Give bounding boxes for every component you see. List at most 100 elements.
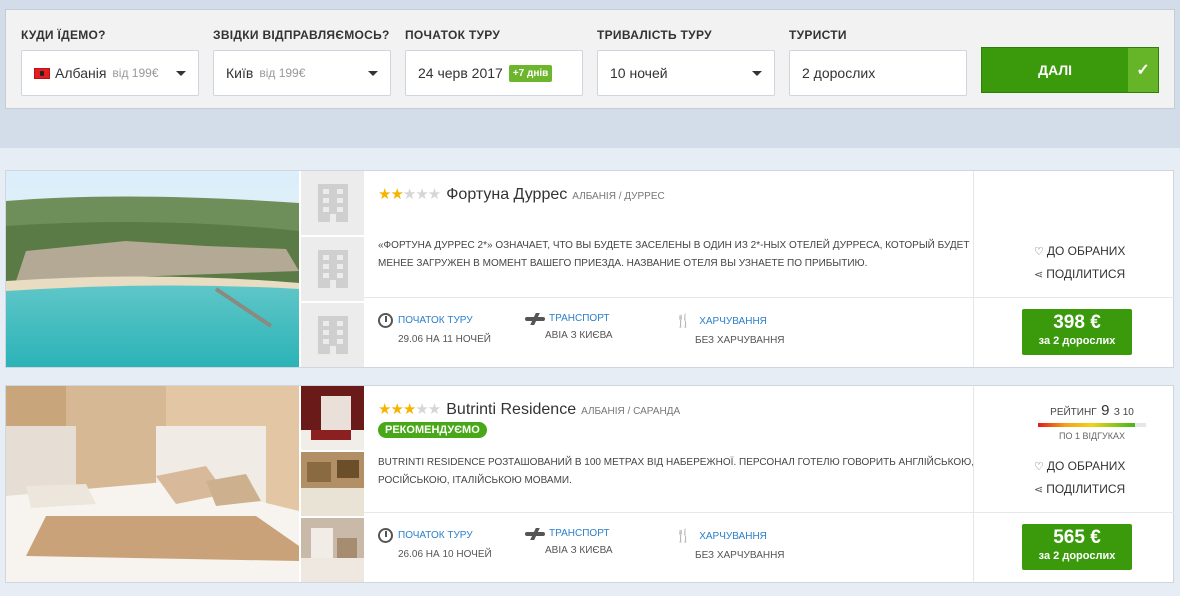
destination-label: КУДИ ЇДЕМО?	[21, 28, 106, 42]
stars-filled: ★★★	[378, 401, 416, 418]
hotel-header: ★★★★★ Фортуна Дуррес АЛБАНІЯ / ДУРРЕС	[378, 185, 665, 204]
hotel-photo[interactable]	[6, 386, 299, 582]
tour-start-detail: ПОЧАТОК ТУРУ 29.06 НА 11 НОЧЕЙ	[378, 313, 491, 345]
share-link[interactable]: ⋖ ПОДІЛИТИСЯ	[1034, 482, 1125, 496]
tour-start-detail: ПОЧАТОК ТУРУ 26.06 НА 10 НОЧЕЙ	[378, 528, 492, 560]
price-button[interactable]: 565 € за 2 дорослих	[1022, 524, 1132, 570]
origin-select[interactable]: Київ від 199€	[213, 50, 391, 96]
hotel-card: ★★★★★ Фортуна Дуррес АЛБАНІЯ / ДУРРЕС «Ф…	[5, 170, 1174, 368]
thumbnail-placeholder[interactable]	[301, 237, 364, 301]
meals-label[interactable]: ХАРЧУВАННЯ	[699, 316, 767, 327]
thumbnail-photo[interactable]	[301, 518, 364, 582]
chevron-down-icon	[752, 71, 762, 76]
meals-detail: 🍴 ХАРЧУВАННЯ БЕЗ ХАРЧУВАННЯ	[675, 528, 785, 561]
plane-icon	[525, 316, 545, 321]
star-rating: ★★★★★	[378, 400, 441, 418]
building-icon	[317, 184, 348, 222]
rating-bar-remainder	[1135, 423, 1146, 427]
hotel-card: ★★★★★ Butrinti Residence АЛБАНІЯ / САРАН…	[5, 385, 1174, 583]
next-button[interactable]: ДАЛІ ✓	[981, 47, 1159, 93]
duration-value: 10 ночей	[610, 65, 668, 81]
price-for: за 2 дорослих	[1038, 335, 1116, 347]
share-label: ПОДІЛИТИСЯ	[1046, 267, 1126, 281]
destination-select[interactable]: Албанія від 199€	[21, 50, 199, 96]
divider	[974, 297, 1174, 298]
hotel-name[interactable]: Фортуна Дуррес	[446, 186, 567, 204]
hotel-description: BUTRINTI RESIDENCE РОЗТАШОВАНИЙ В 100 МЕ…	[378, 457, 974, 486]
rating-of: з 10	[1113, 407, 1134, 418]
stars-filled: ★★	[378, 186, 404, 203]
start-label: ПОЧАТОК ТУРУ	[405, 28, 501, 42]
thumbnail-placeholder[interactable]	[301, 171, 364, 235]
rating-value: 9	[1101, 402, 1110, 419]
hotel-description: «ФОРТУНА ДУРРЕС 2*» ОЗНАЧАЕТ, ЧТО ВЫ БУД…	[378, 240, 970, 269]
destination-price: від 199€	[112, 66, 159, 80]
duration-label: ТРИВАЛІСТЬ ТУРУ	[597, 28, 712, 42]
start-date-field[interactable]: 24 черв 2017 +7 днів	[405, 50, 583, 96]
transport-value: АВІА З КИЄВА	[545, 330, 613, 341]
favorite-label: ДО ОБРАНИХ	[1046, 244, 1126, 258]
start-date-value: 24 черв 2017	[418, 65, 503, 81]
hotel-location: АЛБАНІЯ / ДУРРЕС	[572, 191, 665, 202]
transport-detail: ТРАНСПОРТ АВІА З КИЄВА	[525, 313, 613, 341]
date-flex-badge: +7 днів	[508, 64, 553, 82]
building-icon	[317, 250, 348, 288]
destination-value: Албанія	[55, 65, 107, 81]
chevron-down-icon	[368, 71, 378, 76]
add-favorite-link[interactable]: ♡ ДО ОБРАНИХ	[1034, 459, 1125, 473]
heart-icon: ♡	[1034, 460, 1044, 473]
meals-label[interactable]: ХАРЧУВАННЯ	[699, 531, 767, 542]
share-icon: ⋖	[1034, 483, 1044, 496]
albania-flag-icon	[34, 67, 50, 79]
price-value: 398 €	[1053, 312, 1101, 333]
clock-icon	[378, 313, 393, 328]
hotel-photo[interactable]	[6, 171, 299, 367]
share-label: ПОДІЛИТИСЯ	[1046, 482, 1126, 496]
thumbnail-strip	[301, 386, 364, 582]
transport-detail: ТРАНСПОРТ АВІА З КИЄВА	[525, 528, 613, 556]
check-icon: ✓	[1128, 48, 1158, 92]
share-icon: ⋖	[1034, 268, 1044, 281]
thumbnail-photo[interactable]	[301, 452, 364, 516]
meals-detail: 🍴 ХАРЧУВАННЯ БЕЗ ХАРЧУВАННЯ	[675, 313, 785, 346]
heart-icon: ♡	[1034, 245, 1044, 258]
rating-count: ПО 1 ВІДГУКАХ	[1059, 431, 1125, 441]
price-button[interactable]: 398 € за 2 дорослих	[1022, 309, 1132, 355]
tourists-value: 2 дорослих	[802, 65, 876, 81]
search-panel: КУДИ ЇДЕМО? Албанія від 199€ ЗВІДКИ ВІДП…	[5, 9, 1175, 109]
divider	[364, 297, 973, 298]
stars-empty: ★★★	[402, 186, 441, 203]
rating-label: РЕЙТИНГ	[1050, 407, 1097, 418]
add-favorite-link[interactable]: ♡ ДО ОБРАНИХ	[1034, 244, 1125, 258]
favorite-label: ДО ОБРАНИХ	[1046, 459, 1126, 473]
price-for: за 2 дорослих	[1038, 550, 1116, 562]
origin-price: від 199€	[259, 66, 306, 80]
thumbnail-placeholder[interactable]	[301, 303, 364, 367]
tourists-field[interactable]: 2 дорослих	[789, 50, 967, 96]
transport-label[interactable]: ТРАНСПОРТ	[549, 313, 610, 324]
tourists-label: ТУРИСТИ	[789, 28, 847, 42]
share-link[interactable]: ⋖ ПОДІЛИТИСЯ	[1034, 267, 1125, 281]
clock-icon	[378, 528, 393, 543]
thumbnail-photo[interactable]	[301, 386, 364, 450]
recommended-badge: РЕКОМЕНДУЄМО	[378, 422, 487, 438]
meals-value: БЕЗ ХАРЧУВАННЯ	[695, 335, 785, 346]
hotel-location: АЛБАНІЯ / САРАНДА	[581, 406, 681, 417]
transport-label[interactable]: ТРАНСПОРТ	[549, 528, 610, 539]
divider	[974, 512, 1174, 513]
tour-start-label[interactable]: ПОЧАТОК ТУРУ	[398, 315, 473, 326]
thumbnail-strip	[301, 171, 364, 367]
search-area: КУДИ ЇДЕМО? Албанія від 199€ ЗВІДКИ ВІДП…	[0, 0, 1180, 148]
building-icon	[317, 316, 348, 354]
next-button-label: ДАЛІ	[1038, 62, 1073, 78]
hotel-name[interactable]: Butrinti Residence	[446, 401, 576, 419]
tour-start-label[interactable]: ПОЧАТОК ТУРУ	[398, 530, 473, 541]
transport-value: АВІА З КИЄВА	[545, 545, 613, 556]
tour-start-value: 26.06 НА 10 НОЧЕЙ	[398, 549, 492, 560]
duration-select[interactable]: 10 ночей	[597, 50, 775, 96]
rating-block[interactable]: РЕЙТИНГ 9 з 10 ПО 1 ВІДГУКАХ	[1034, 402, 1150, 441]
cutlery-icon: 🍴	[675, 313, 692, 328]
hotel-side-panel: РЕЙТИНГ 9 з 10 ПО 1 ВІДГУКАХ ♡ ДО ОБРАНИХ…	[973, 386, 1174, 582]
origin-label: ЗВІДКИ ВІДПРАВЛЯЄМОСЬ?	[213, 28, 390, 42]
origin-value: Київ	[226, 65, 254, 81]
